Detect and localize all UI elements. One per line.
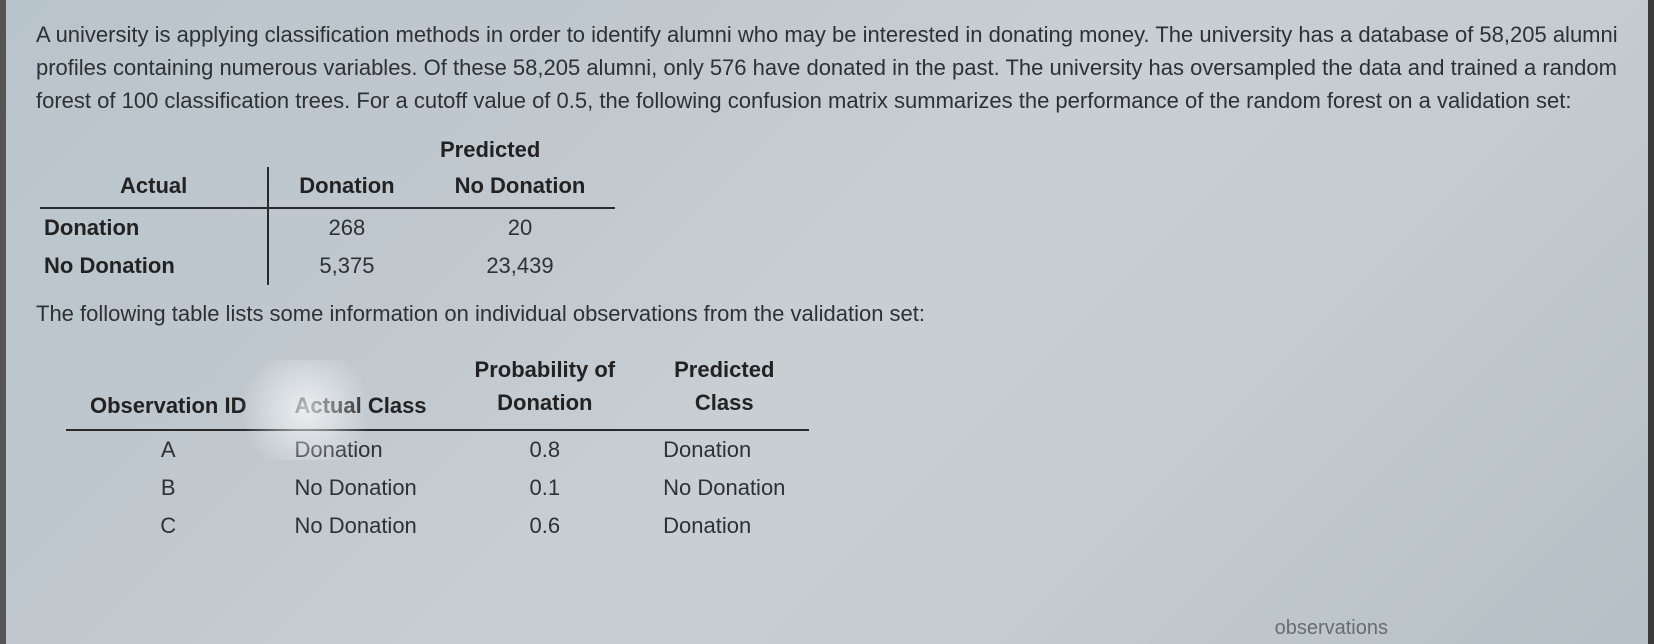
confusion-row-label: Donation — [40, 208, 268, 247]
confusion-matrix-table: Predicted Actual Donation No Donation Do… — [40, 137, 1618, 285]
partial-cutoff-text: observations — [1275, 617, 1388, 640]
obs-id: C — [66, 507, 270, 545]
obs-pred: Donation — [639, 507, 809, 545]
confusion-cell: 23,439 — [425, 247, 616, 285]
obs-prob: 0.1 — [451, 469, 640, 507]
obs-prob: 0.8 — [451, 430, 640, 469]
obs-id: B — [66, 469, 270, 507]
obs-prob: 0.6 — [451, 507, 640, 545]
confusion-super-header: Predicted — [40, 137, 1618, 163]
obs-actual: No Donation — [270, 507, 450, 545]
obs-col-pred: Predicted Class — [639, 349, 809, 430]
obs-id: A — [66, 430, 270, 469]
question-paragraph: A university is applying classification … — [36, 18, 1618, 117]
obs-col-prob: Probability of Donation — [451, 349, 640, 430]
mid-paragraph: The following table lists some informati… — [36, 301, 1618, 327]
obs-col-id: Observation ID — [66, 349, 270, 430]
obs-row: A Donation 0.8 Donation — [66, 430, 809, 469]
obs-row: B No Donation 0.1 No Donation — [66, 469, 809, 507]
confusion-cell: 268 — [268, 208, 424, 247]
obs-actual: Donation — [270, 430, 450, 469]
obs-col-actual: Actual Class — [270, 349, 450, 430]
confusion-col-donation: Donation — [268, 167, 424, 208]
obs-col-pred-line1: Predicted — [674, 357, 774, 382]
obs-col-prob-line1: Probability of — [475, 357, 616, 382]
confusion-row-label: No Donation — [40, 247, 268, 285]
confusion-row: Donation 268 20 — [40, 208, 615, 247]
confusion-row: No Donation 5,375 23,439 — [40, 247, 615, 285]
observations-table: Observation ID Actual Class Probability … — [66, 349, 1618, 545]
obs-actual: No Donation — [270, 469, 450, 507]
obs-pred: Donation — [639, 430, 809, 469]
obs-col-pred-line2: Class — [695, 390, 754, 415]
confusion-col-nodonation: No Donation — [425, 167, 616, 208]
confusion-col-actual: Actual — [40, 167, 268, 208]
obs-col-prob-line2: Donation — [497, 390, 592, 415]
obs-row: C No Donation 0.6 Donation — [66, 507, 809, 545]
confusion-cell: 5,375 — [268, 247, 424, 285]
confusion-cell: 20 — [425, 208, 616, 247]
obs-pred: No Donation — [639, 469, 809, 507]
